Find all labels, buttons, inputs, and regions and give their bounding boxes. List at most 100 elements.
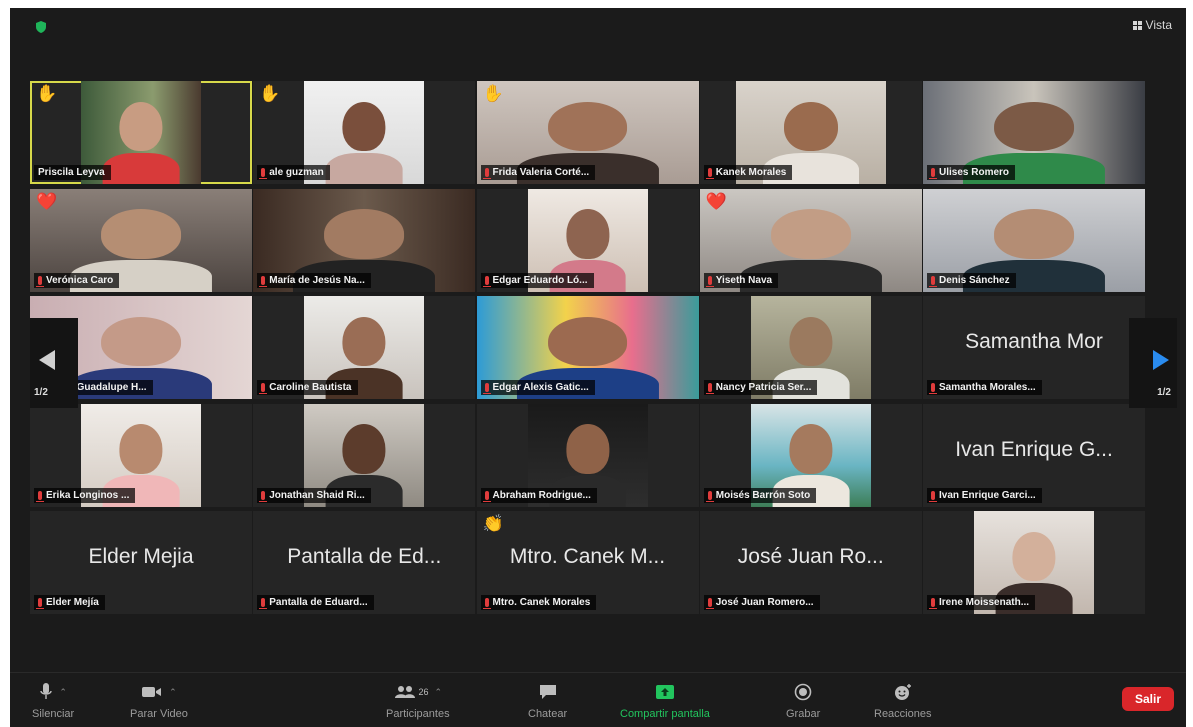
encryption-shield-icon[interactable] [34,20,48,34]
participant-display-name: Elder Mejia [88,545,194,568]
participant-name: Erika Longinos ... [46,489,130,501]
participant-name: Abraham Rodrigue... [492,489,591,501]
muted-mic-icon [482,168,491,179]
participant-display-name: José Juan Ro... [737,545,884,568]
participant-tile[interactable]: ✋ ale guzman [253,81,476,184]
participant-name: Jonathan Shaid Ri... [269,489,365,501]
participant-tile[interactable]: Erika Longinos ... [30,403,252,507]
chat-bubble-icon [539,685,556,699]
record-button[interactable]: Grabar [786,681,820,720]
participant-tile[interactable]: Abraham Rodrigue... [476,403,699,507]
participant-name: Irene Moissenath... [939,597,1030,608]
participant-tile[interactable]: Edgar Eduardo Ló... [476,188,699,292]
view-button[interactable]: Vista [1132,18,1172,32]
participant-name: José Juan Romero... [715,597,814,608]
muted-mic-icon [929,598,937,609]
participant-tile[interactable]: José Juan Ro... José Juan Romero... [699,511,922,614]
participant-face [547,316,628,367]
participant-tile[interactable]: Moisés Barrón Soto [699,403,922,507]
record-icon [794,683,812,701]
participant-tile[interactable]: ❤️ Verónica Caro [30,188,252,292]
mute-options-caret[interactable]: ⌃ [59,687,67,698]
video-options-caret[interactable]: ⌃ [169,687,177,698]
participant-tile[interactable]: Edgar Alexis Gatic... [476,296,699,399]
participant-face [994,101,1074,152]
participant-name-label: Pantalla de Eduard... [257,595,374,610]
microphone-icon [40,683,53,699]
participant-face [119,424,163,474]
participant-tile[interactable]: Jonathan Shaid Ri... [253,403,476,507]
page-indicator-right: 1/2 [1157,387,1171,398]
participant-face [119,101,163,152]
participant-tile[interactable]: María de Jesús Na... [253,188,476,292]
participant-tile[interactable]: Nancy Patricia Ser... [699,296,922,399]
muted-mic-icon [482,383,491,394]
participant-tile[interactable]: ❤️ Yiseth Nava [699,188,922,292]
participant-tile[interactable]: Mtro. Canek M... 👏 Mtro. Canek Morales [476,511,699,614]
participant-name: ale guzman [269,167,324,178]
participant-name-label: Elder Mejía [34,595,105,610]
participant-face [342,101,386,152]
participant-name: Edgar Eduardo Ló... [492,274,588,286]
participant-name: Ivan Enrique Garci... [939,489,1036,501]
muted-mic-icon [482,275,491,287]
participant-face [770,209,851,259]
muted-mic-icon [36,275,44,287]
participant-tile[interactable]: Irene Moissenath... [923,511,1145,614]
participants-options-caret[interactable]: ⌃ [435,687,443,698]
participant-name-label: Denis Sánchez [927,272,1016,288]
stop-video-button[interactable]: ⌃ Parar Video [130,681,188,721]
participant-name-label: Kanek Morales [703,165,793,180]
participant-tile[interactable]: Pantalla de Ed... Pantalla de Eduard... [253,511,476,614]
participants-icon [394,686,415,698]
participant-display-name: Ivan Enrique G... [955,437,1113,461]
share-screen-button[interactable]: Compartir pantalla [620,681,710,720]
smiley-add-icon [894,684,911,700]
muted-mic-icon [929,275,937,287]
previous-page-button[interactable]: 1/2 [30,318,78,408]
share-screen-label: Compartir pantalla [620,708,710,720]
participant-tile[interactable]: Denis Sánchez [923,188,1145,292]
participant-face [342,316,386,367]
reaction-icon: ❤️ [705,191,727,211]
participant-tile[interactable]: Samantha Mor Samantha Morales... [923,296,1145,399]
next-page-button[interactable]: 1/2 [1129,318,1177,408]
mute-button[interactable]: ⌃ Silenciar [32,681,74,720]
participant-face [565,209,610,259]
participants-button[interactable]: 26 ⌃ Participantes [386,681,450,720]
video-camera-icon [142,687,162,697]
participant-tile[interactable]: ✋ Frida Valeria Corté... [476,81,699,184]
chat-label: Chatear [528,708,568,720]
chat-button[interactable]: Chatear [528,681,567,720]
participant-face [324,209,405,259]
arrow-right-icon [1153,350,1169,370]
participant-display-name: Mtro. Canek M... [509,545,666,568]
page-indicator-left: 1/2 [34,387,48,398]
participant-name: Pantalla de Eduard... [269,597,368,608]
participant-tile[interactable]: Caroline Bautista [253,296,476,399]
participant-body [325,152,403,184]
participant-tile[interactable]: ✋ Priscila Leyva [30,81,252,184]
muted-mic-icon [482,490,491,502]
participant-name: María de Jesús Na... [269,274,365,286]
participant-name: Kanek Morales [715,167,787,178]
participant-name-label: Ivan Enrique Garci... [927,487,1042,503]
leave-button[interactable]: Salir [1122,687,1174,711]
participant-name-label: Priscila Leyva [34,165,111,180]
reaction-icon: ❤️ [36,191,58,211]
muted-mic-icon [705,383,714,394]
participant-tile[interactable]: Elder Mejia Elder Mejía [30,511,252,614]
muted-mic-icon [929,168,937,179]
participant-name-label: Abraham Rodrigue... [480,487,597,503]
participant-face [342,424,386,474]
participant-face [101,316,181,367]
participant-tile[interactable]: Kanek Morales [699,81,922,184]
reactions-button[interactable]: Reacciones [874,681,931,720]
record-label: Grabar [786,708,821,720]
participant-name-label: Jonathan Shaid Ri... [257,487,371,503]
muted-mic-icon [705,275,714,287]
participant-name: Mtro. Canek Morales [492,597,591,608]
participant-tile[interactable]: Ivan Enrique G... Ivan Enrique Garci... [923,403,1145,507]
participant-name: Verónica Caro [46,274,114,286]
participant-tile[interactable]: Ulises Romero [923,81,1145,184]
